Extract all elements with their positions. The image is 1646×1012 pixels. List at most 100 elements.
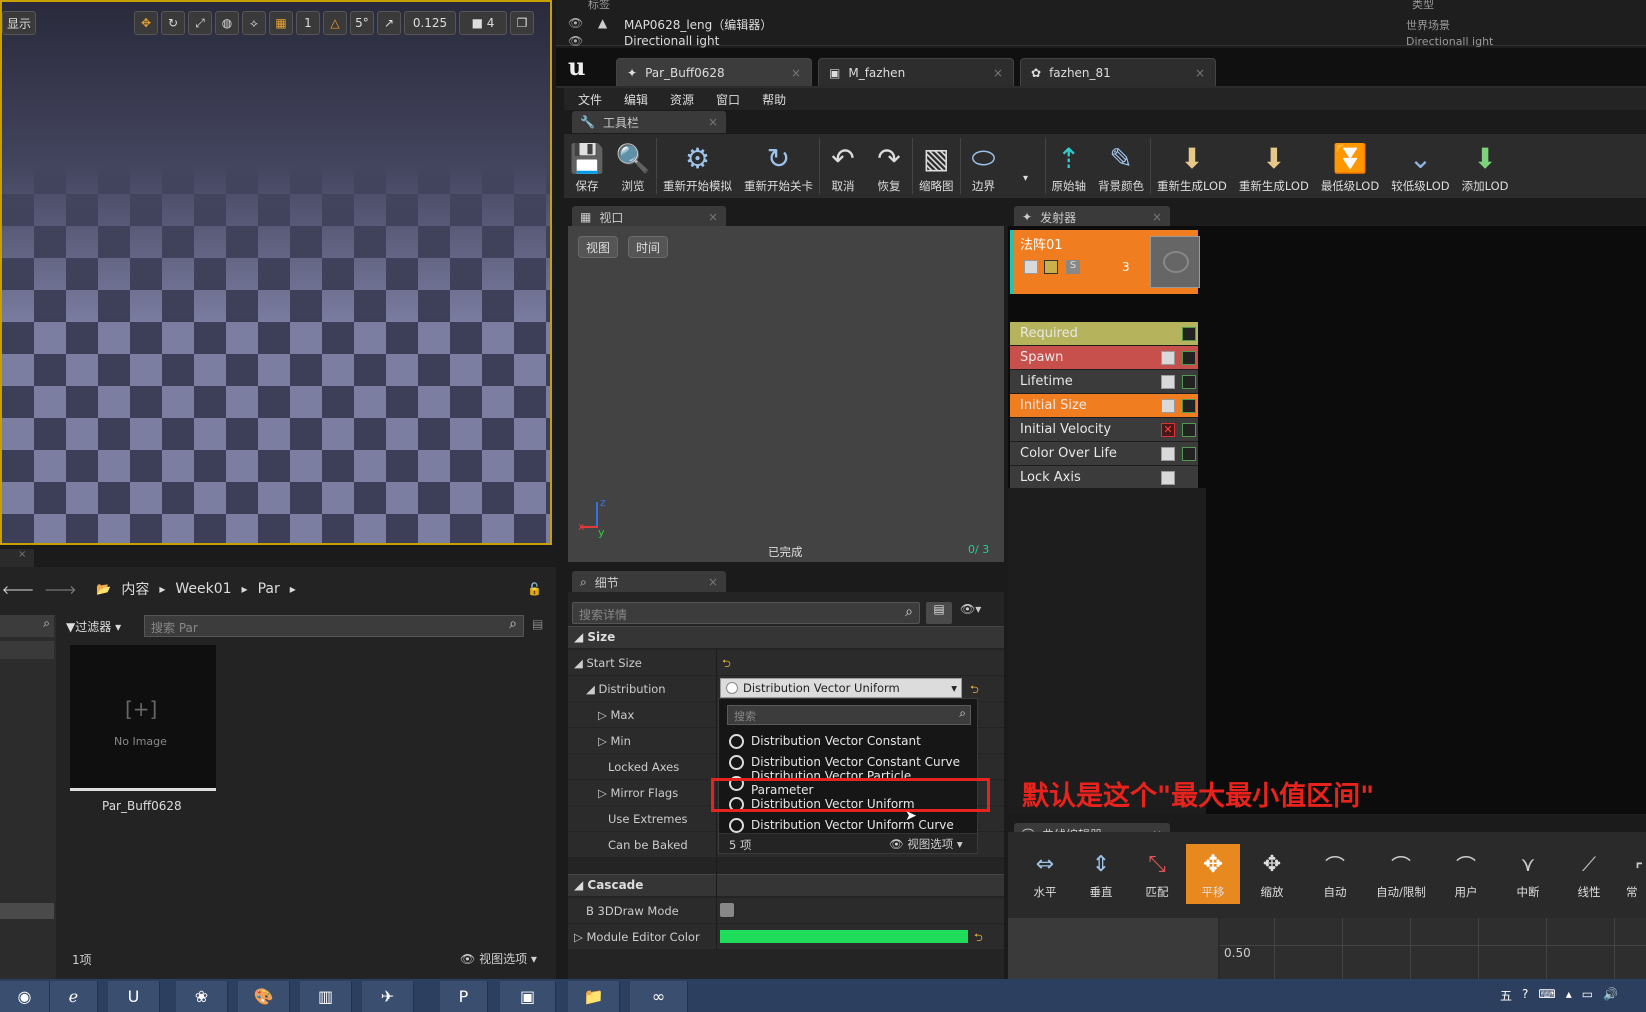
back-icon[interactable]: 🡐 — [2, 582, 34, 597]
module-enable-checkbox[interactable] — [1161, 351, 1175, 365]
ie-icon[interactable]: ℯ — [50, 981, 98, 1012]
view-options-button[interactable]: 👁 视图选项 ▾ — [460, 950, 537, 967]
time-button[interactable]: 时间 — [628, 236, 669, 258]
pan-button[interactable]: ✥ 平移 — [1186, 844, 1240, 904]
up-arrow-icon[interactable]: ▴ — [1566, 987, 1572, 1004]
scale-snap-icon[interactable]: ↗ — [377, 11, 401, 35]
close-icon[interactable]: × — [1152, 210, 1162, 224]
regen-lod-button[interactable]: ⬇ 重新生成LOD — [1151, 134, 1233, 198]
module-enable-checkbox[interactable] — [1161, 471, 1175, 485]
user-button[interactable]: ⌒ 用户 — [1436, 844, 1496, 904]
view-button[interactable]: 视图 — [578, 236, 619, 258]
media-icon[interactable]: ❀ — [176, 981, 228, 1012]
eye-icon[interactable]: 👁▾ — [960, 602, 994, 624]
bounds-dropdown[interactable]: ▾ — [1007, 134, 1045, 198]
scale-snap-value[interactable]: 0.125 — [404, 11, 456, 35]
lowest-lod-button[interactable]: ⏬ 最低级LOD — [1315, 134, 1385, 198]
explorer-icon[interactable]: 📁 — [568, 981, 620, 1012]
menu-file[interactable]: 文件 — [578, 91, 602, 108]
camera-speed-button[interactable]: ■ 4 — [459, 11, 507, 35]
fit-vertical-button[interactable]: ⇕ 垂直 — [1074, 844, 1128, 904]
breadcrumb-item[interactable]: Par — [258, 581, 280, 597]
thumbnail-button[interactable]: ▧ 缩略图 — [913, 134, 960, 198]
emitter-enable-checkbox[interactable] — [1024, 260, 1038, 274]
option-vector-constant[interactable]: Distribution Vector Constant — [729, 731, 921, 751]
asset-search-input[interactable]: 搜索 Par ⌕ — [144, 615, 524, 637]
origin-axis-button[interactable]: ⇡ 原始轴 — [1046, 134, 1093, 198]
bounds-button[interactable]: ⬭ 边界 — [961, 134, 1007, 198]
option-vector-uniform-curve[interactable]: Distribution Vector Uniform Curve — [729, 815, 954, 835]
module-required[interactable]: Required — [1010, 322, 1198, 346]
module-enable-checkbox[interactable] — [1161, 399, 1175, 413]
emitters-panel[interactable]: 法阵01 S 3 Required Spawn Lifetime Initial… — [1008, 226, 1646, 814]
menu-edit[interactable]: 编辑 — [624, 91, 648, 108]
details-tab[interactable]: ⌕ 细节 × — [572, 571, 726, 593]
chrome-icon[interactable]: ◉ — [0, 981, 50, 1012]
regen-lod-button-2[interactable]: ⬇ 重新生成LOD — [1233, 134, 1315, 198]
doc-tab-fazhen81[interactable]: ✿ fazhen_81 × — [1020, 58, 1216, 86]
volume-icon[interactable]: 🔊 — [1603, 987, 1618, 1004]
keyboard-icon[interactable]: ⌨ — [1538, 987, 1555, 1004]
save-search-icon[interactable]: ▤ — [532, 617, 543, 631]
close-icon[interactable]: × — [708, 115, 718, 129]
menu-help[interactable]: 帮助 — [762, 91, 786, 108]
zoom-button[interactable]: ✥ 缩放 — [1242, 844, 1302, 904]
show-button[interactable]: 显示 — [2, 11, 37, 35]
module-disabled-checkbox[interactable]: ✕ — [1161, 423, 1175, 437]
filter-button[interactable]: ▼过滤器 ▾ — [66, 615, 142, 637]
restart-sim-button[interactable]: ⚙ 重新开始模拟 — [657, 134, 738, 198]
lock-icon[interactable]: 🔓 — [527, 582, 542, 596]
undo-button[interactable]: ↶ 取消 — [820, 134, 866, 198]
distribution-select[interactable]: Distribution Vector Uniform ▾ — [720, 678, 962, 698]
linear-button[interactable]: ⟋ 线性 — [1560, 844, 1618, 904]
reset-icon[interactable]: ⮌ — [974, 929, 983, 948]
dropdown-search-input[interactable]: 搜索 ⌕ — [727, 705, 971, 725]
browse-button[interactable]: 🔍 浏览 — [610, 134, 656, 198]
help-icon[interactable]: ? — [1522, 987, 1528, 1004]
scale-icon[interactable]: ⤢ — [188, 11, 212, 35]
network-icon[interactable]: ▭ — [1582, 987, 1593, 1004]
emitter-header[interactable]: 法阵01 S 3 — [1010, 230, 1200, 294]
breadcrumb-item[interactable]: Week01 — [175, 581, 231, 597]
details-search-input[interactable]: 搜索详情 ⌕ — [572, 602, 920, 624]
emitters-tab[interactable]: ✦ 发射器 × — [1014, 206, 1170, 228]
emitter-s-icon[interactable]: S — [1066, 260, 1080, 274]
curve-toggle-icon[interactable] — [1182, 327, 1196, 341]
doc-tab-par-buff[interactable]: ✦ Par_Buff0628 × — [616, 58, 812, 86]
asset-thumbnail[interactable]: [+] No Image — [70, 645, 216, 791]
restart-level-button[interactable]: ↻ 重新开始关卡 — [738, 134, 819, 198]
view-options-button[interactable]: 👁 视图选项 ▾ — [889, 836, 963, 852]
grid-view-icon[interactable]: ▤ — [926, 602, 952, 624]
chevron-right-icon[interactable]: ▸ — [242, 582, 248, 596]
draw-mode-checkbox[interactable] — [720, 903, 734, 917]
color-swatch[interactable] — [720, 930, 968, 943]
curve-toggle-icon[interactable] — [1182, 447, 1196, 461]
curve-toggle-icon[interactable] — [1182, 351, 1196, 365]
section-cascade[interactable]: ◢ Cascade — [568, 874, 1004, 896]
translate-icon[interactable]: ✥ — [134, 11, 158, 35]
close-icon[interactable]: × — [993, 66, 1003, 80]
forward-icon[interactable]: 🡒 — [44, 582, 76, 597]
sources-panel[interactable]: ⌕ — [0, 615, 56, 979]
background-color-button[interactable]: ✎ 背景颜色 — [1092, 134, 1150, 198]
menu-asset[interactable]: 资源 — [670, 91, 694, 108]
feather-icon[interactable]: ✈ — [362, 981, 414, 1012]
toolbar-tab[interactable]: 🔧 工具栏 × — [572, 111, 726, 133]
angle-snap-value[interactable]: 5° — [350, 11, 374, 35]
row-3d-draw-mode[interactable]: B 3DDraw Mode — [568, 898, 1004, 923]
break-button[interactable]: ⋎ 中断 — [1498, 844, 1558, 904]
grid-size-value[interactable]: 1 — [296, 11, 320, 35]
content-tab-close[interactable]: × — [0, 549, 34, 567]
rotate-icon[interactable]: ↻ — [161, 11, 185, 35]
close-icon[interactable]: × — [708, 575, 718, 589]
preview-viewport[interactable]: 视图 时间 z x y 已完成 0/ 3 — [568, 226, 1004, 562]
close-icon[interactable]: × — [708, 210, 718, 224]
p-app-icon[interactable]: P — [440, 981, 488, 1012]
fit-horizontal-button[interactable]: ⇔ 水平 — [1018, 844, 1072, 904]
curve-toggle-icon[interactable] — [1182, 375, 1196, 389]
breadcrumb-item[interactable]: 内容 — [121, 579, 149, 599]
curve-toggle-icon[interactable] — [1182, 423, 1196, 437]
constant-button[interactable]: ⌐常 — [1620, 844, 1642, 904]
row-start-size[interactable]: ◢ Start Size ⮌ — [568, 650, 1004, 675]
close-icon[interactable]: × — [1195, 66, 1205, 80]
